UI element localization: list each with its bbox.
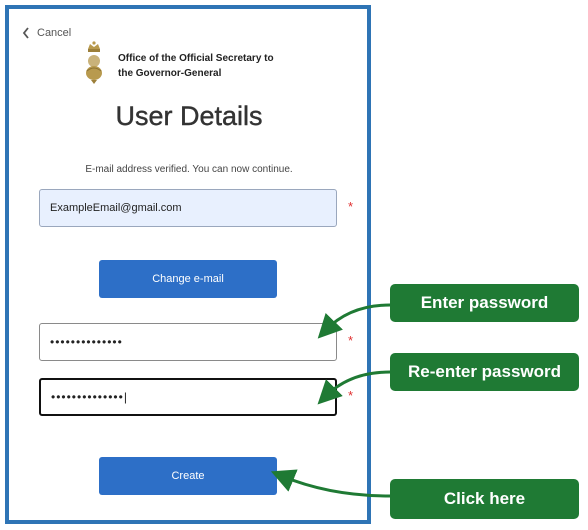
annotation-arrows xyxy=(270,303,391,498)
arrow-to-password-field xyxy=(317,303,391,339)
enter-password-callout: Enter password xyxy=(390,284,579,322)
arrow-to-create-button xyxy=(270,469,391,498)
reenter-password-callout: Re-enter password xyxy=(390,353,579,391)
click-here-callout: Click here xyxy=(390,479,579,519)
arrow-to-reenter-password-field xyxy=(317,370,391,405)
